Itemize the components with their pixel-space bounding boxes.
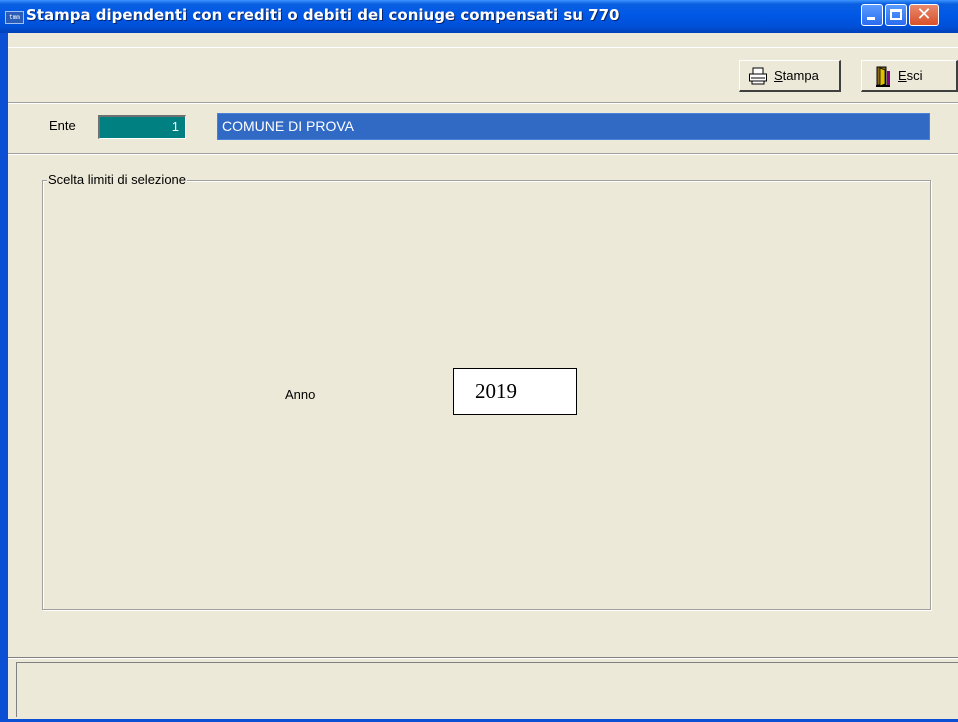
- app-icon[interactable]: tmm: [5, 11, 24, 24]
- exit-door-icon: [874, 65, 892, 87]
- header-separator: [8, 153, 958, 155]
- close-button[interactable]: ✕: [909, 4, 939, 26]
- esci-label: Esci: [898, 68, 923, 83]
- toolbar: Stampa Esci: [8, 47, 958, 103]
- maximize-button[interactable]: [885, 4, 907, 26]
- ente-label: Ente: [49, 118, 76, 133]
- window-title: Stampa dipendenti con crediti o debiti d…: [26, 6, 620, 24]
- stampa-label: Stampa: [774, 68, 819, 83]
- stampa-button[interactable]: Stampa: [739, 60, 841, 92]
- ente-name-field: COMUNE DI PROVA: [217, 113, 930, 140]
- anno-input[interactable]: 2019: [453, 368, 577, 415]
- status-separator: [8, 657, 958, 659]
- ente-code-field[interactable]: 1: [98, 115, 186, 139]
- title-bar[interactable]: tmm Stampa dipendenti con crediti o debi…: [0, 0, 958, 33]
- main-window: tmm Stampa dipendenti con crediti o debi…: [0, 0, 958, 722]
- esci-button[interactable]: Esci: [861, 60, 958, 92]
- minimize-icon: [867, 17, 875, 20]
- anno-label: Anno: [285, 387, 316, 402]
- maximize-icon: [890, 9, 902, 20]
- close-icon: ✕: [916, 4, 932, 25]
- toolbar-separator: [8, 102, 958, 104]
- printer-icon: [748, 67, 768, 85]
- status-bar: [16, 662, 958, 717]
- minimize-button[interactable]: [861, 4, 883, 26]
- selection-group-title: Scelta limiti di selezione: [47, 172, 188, 187]
- window-frame-left: [0, 33, 8, 722]
